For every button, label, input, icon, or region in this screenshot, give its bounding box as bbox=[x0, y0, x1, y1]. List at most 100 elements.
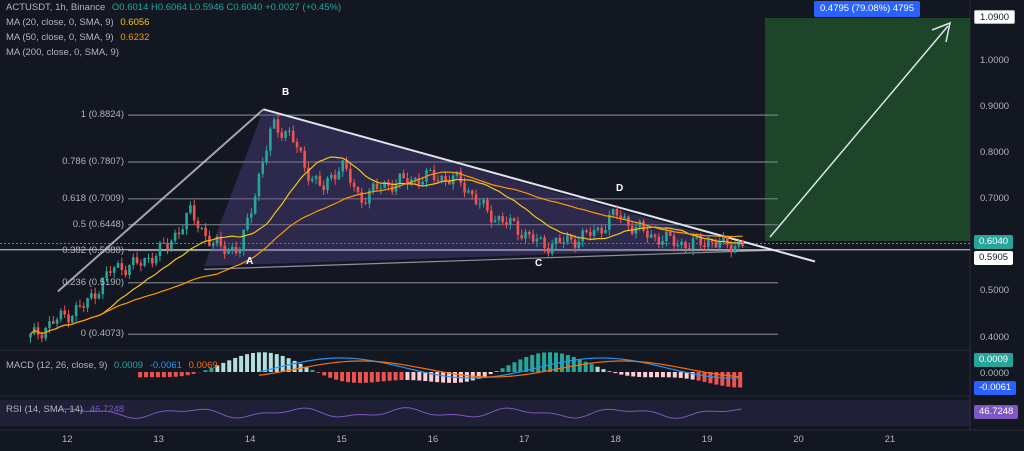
candle-body-101 bbox=[413, 177, 417, 180]
macd-bar-38 bbox=[363, 372, 368, 383]
candle-body-97 bbox=[398, 173, 402, 184]
macd-zero-label: 0.0000 bbox=[980, 368, 1010, 379]
candle-body-181 bbox=[718, 241, 722, 248]
fib-label-1: 0.786 (0.7807) bbox=[62, 156, 124, 168]
candle-body-122 bbox=[493, 220, 497, 223]
macd-bar-1 bbox=[144, 372, 149, 378]
macd-bar-62 bbox=[506, 365, 511, 372]
candle-body-11 bbox=[71, 315, 74, 323]
candle-body-65 bbox=[276, 119, 280, 133]
candle-body-58 bbox=[250, 213, 253, 218]
macd-bar-17 bbox=[239, 355, 244, 372]
candle-body-172 bbox=[684, 241, 687, 249]
time-tick-5: 17 bbox=[519, 434, 530, 445]
price-tick-0: 1.0000 bbox=[980, 54, 1010, 66]
ma50-legend[interactable]: MA (50, close, 0, SMA, 9) 0.6232 bbox=[6, 32, 149, 44]
macd-bar-24 bbox=[280, 355, 285, 372]
macd-label: MACD (12, 26, close, 9) bbox=[6, 360, 108, 371]
macd-bar-3 bbox=[155, 372, 160, 378]
macd-bar-83 bbox=[631, 372, 636, 377]
candle-body-0 bbox=[29, 333, 32, 338]
macd-bar-60 bbox=[494, 371, 499, 372]
price-tick-6: 0.4000 bbox=[980, 331, 1010, 343]
rsi-band bbox=[0, 400, 970, 426]
macd-bar-8 bbox=[185, 372, 190, 376]
macd-bar-55 bbox=[464, 372, 469, 382]
macd-bar-58 bbox=[482, 372, 487, 377]
candle-body-81 bbox=[337, 171, 341, 180]
macd-bar-20 bbox=[256, 352, 261, 372]
candle-body-149 bbox=[596, 227, 600, 230]
chart-canvas[interactable] bbox=[0, 0, 1024, 451]
candle-body-153 bbox=[611, 208, 615, 215]
macd-bar-76 bbox=[589, 364, 594, 372]
time-tick-3: 15 bbox=[336, 434, 347, 445]
ohlc-values: O0.6014 H0.6064 L0.5946 C0.6040 +0.0027 … bbox=[111, 2, 342, 13]
rsi-legend[interactable]: RSI (14, SMA, 14) 46.7248 bbox=[6, 404, 124, 415]
fib-label-4: 0.382 (0.5888) bbox=[62, 244, 124, 256]
candle-body-145 bbox=[581, 230, 584, 242]
candle-body-26 bbox=[128, 265, 131, 275]
candle-body-34 bbox=[158, 242, 162, 256]
time-tick-7: 19 bbox=[701, 434, 713, 445]
candle-body-139 bbox=[558, 237, 562, 243]
macd-bar-72 bbox=[565, 355, 570, 372]
candle-body-124 bbox=[501, 216, 504, 223]
fib-label-0: 1 (0.8824) bbox=[80, 109, 124, 121]
candle-body-162 bbox=[646, 230, 649, 238]
symbol-legend[interactable]: ACTUSDT, 1h, Binance O0.6014 H0.6064 L0.… bbox=[6, 2, 341, 14]
candle-body-60 bbox=[257, 173, 261, 197]
macd-v2: -0.0061 bbox=[149, 360, 182, 371]
candle-body-68 bbox=[288, 130, 291, 132]
candle-body-154 bbox=[615, 208, 619, 216]
candle-body-127 bbox=[512, 218, 516, 221]
macd-bar-30 bbox=[316, 372, 321, 373]
candle-body-13 bbox=[78, 305, 82, 307]
macd-bar-31 bbox=[322, 372, 327, 376]
candle-body-151 bbox=[604, 229, 607, 234]
support-price-tag: 0.5905 bbox=[974, 251, 1014, 265]
ma20-legend[interactable]: MA (20, close, 0, SMA, 9) 0.6056 bbox=[6, 17, 149, 29]
ma200-legend[interactable]: MA (200, close, 0, SMA, 9) bbox=[6, 47, 119, 59]
candle-body-84 bbox=[349, 168, 352, 183]
candle-body-121 bbox=[489, 210, 493, 223]
candle-body-132 bbox=[531, 234, 535, 242]
candle-body-168 bbox=[668, 231, 672, 236]
macd-bar-78 bbox=[601, 369, 606, 372]
candle-body-3 bbox=[40, 334, 44, 339]
candle-body-184 bbox=[729, 244, 733, 253]
macd-bar-89 bbox=[666, 372, 671, 378]
candle-body-140 bbox=[562, 242, 565, 244]
candle-body-16 bbox=[90, 293, 93, 299]
candle-body-155 bbox=[619, 215, 623, 219]
candle-body-129 bbox=[520, 234, 524, 239]
macd-bar-82 bbox=[625, 372, 630, 376]
macd-bar-35 bbox=[346, 372, 351, 383]
candle-body-164 bbox=[653, 234, 657, 237]
macd-bar-98 bbox=[720, 372, 725, 386]
chart-root: ACTUSDT, 1h, Binance O0.6014 H0.6064 L0.… bbox=[0, 0, 1024, 451]
candle-body-135 bbox=[543, 237, 546, 248]
macd-bar-63 bbox=[512, 362, 517, 372]
macd-bar-18 bbox=[245, 354, 250, 372]
candle-body-5 bbox=[48, 321, 51, 328]
point-c-label: C bbox=[535, 258, 543, 269]
candle-body-160 bbox=[638, 221, 642, 227]
candle-body-183 bbox=[726, 236, 729, 245]
candle-body-148 bbox=[592, 229, 596, 236]
macd-bar-59 bbox=[488, 372, 493, 375]
candle-body-24 bbox=[120, 263, 124, 271]
candle-body-12 bbox=[74, 305, 78, 316]
candle-body-108 bbox=[440, 175, 444, 181]
candle-body-177 bbox=[703, 245, 706, 248]
candle-body-62 bbox=[265, 150, 268, 163]
macd-legend[interactable]: MACD (12, 26, close, 9) 0.0009 -0.0061 0… bbox=[6, 360, 218, 371]
price-tick-2: 0.8000 bbox=[980, 147, 1010, 159]
candle-body-64 bbox=[272, 119, 276, 129]
point-b-label: B bbox=[282, 87, 290, 98]
point-d-label: D bbox=[616, 183, 624, 194]
candle-body-130 bbox=[524, 231, 527, 239]
candle-body-8 bbox=[59, 310, 63, 320]
candle-body-105 bbox=[429, 170, 432, 172]
measure-label[interactable]: 0.4795 (79.08%) 4795 bbox=[814, 1, 920, 17]
